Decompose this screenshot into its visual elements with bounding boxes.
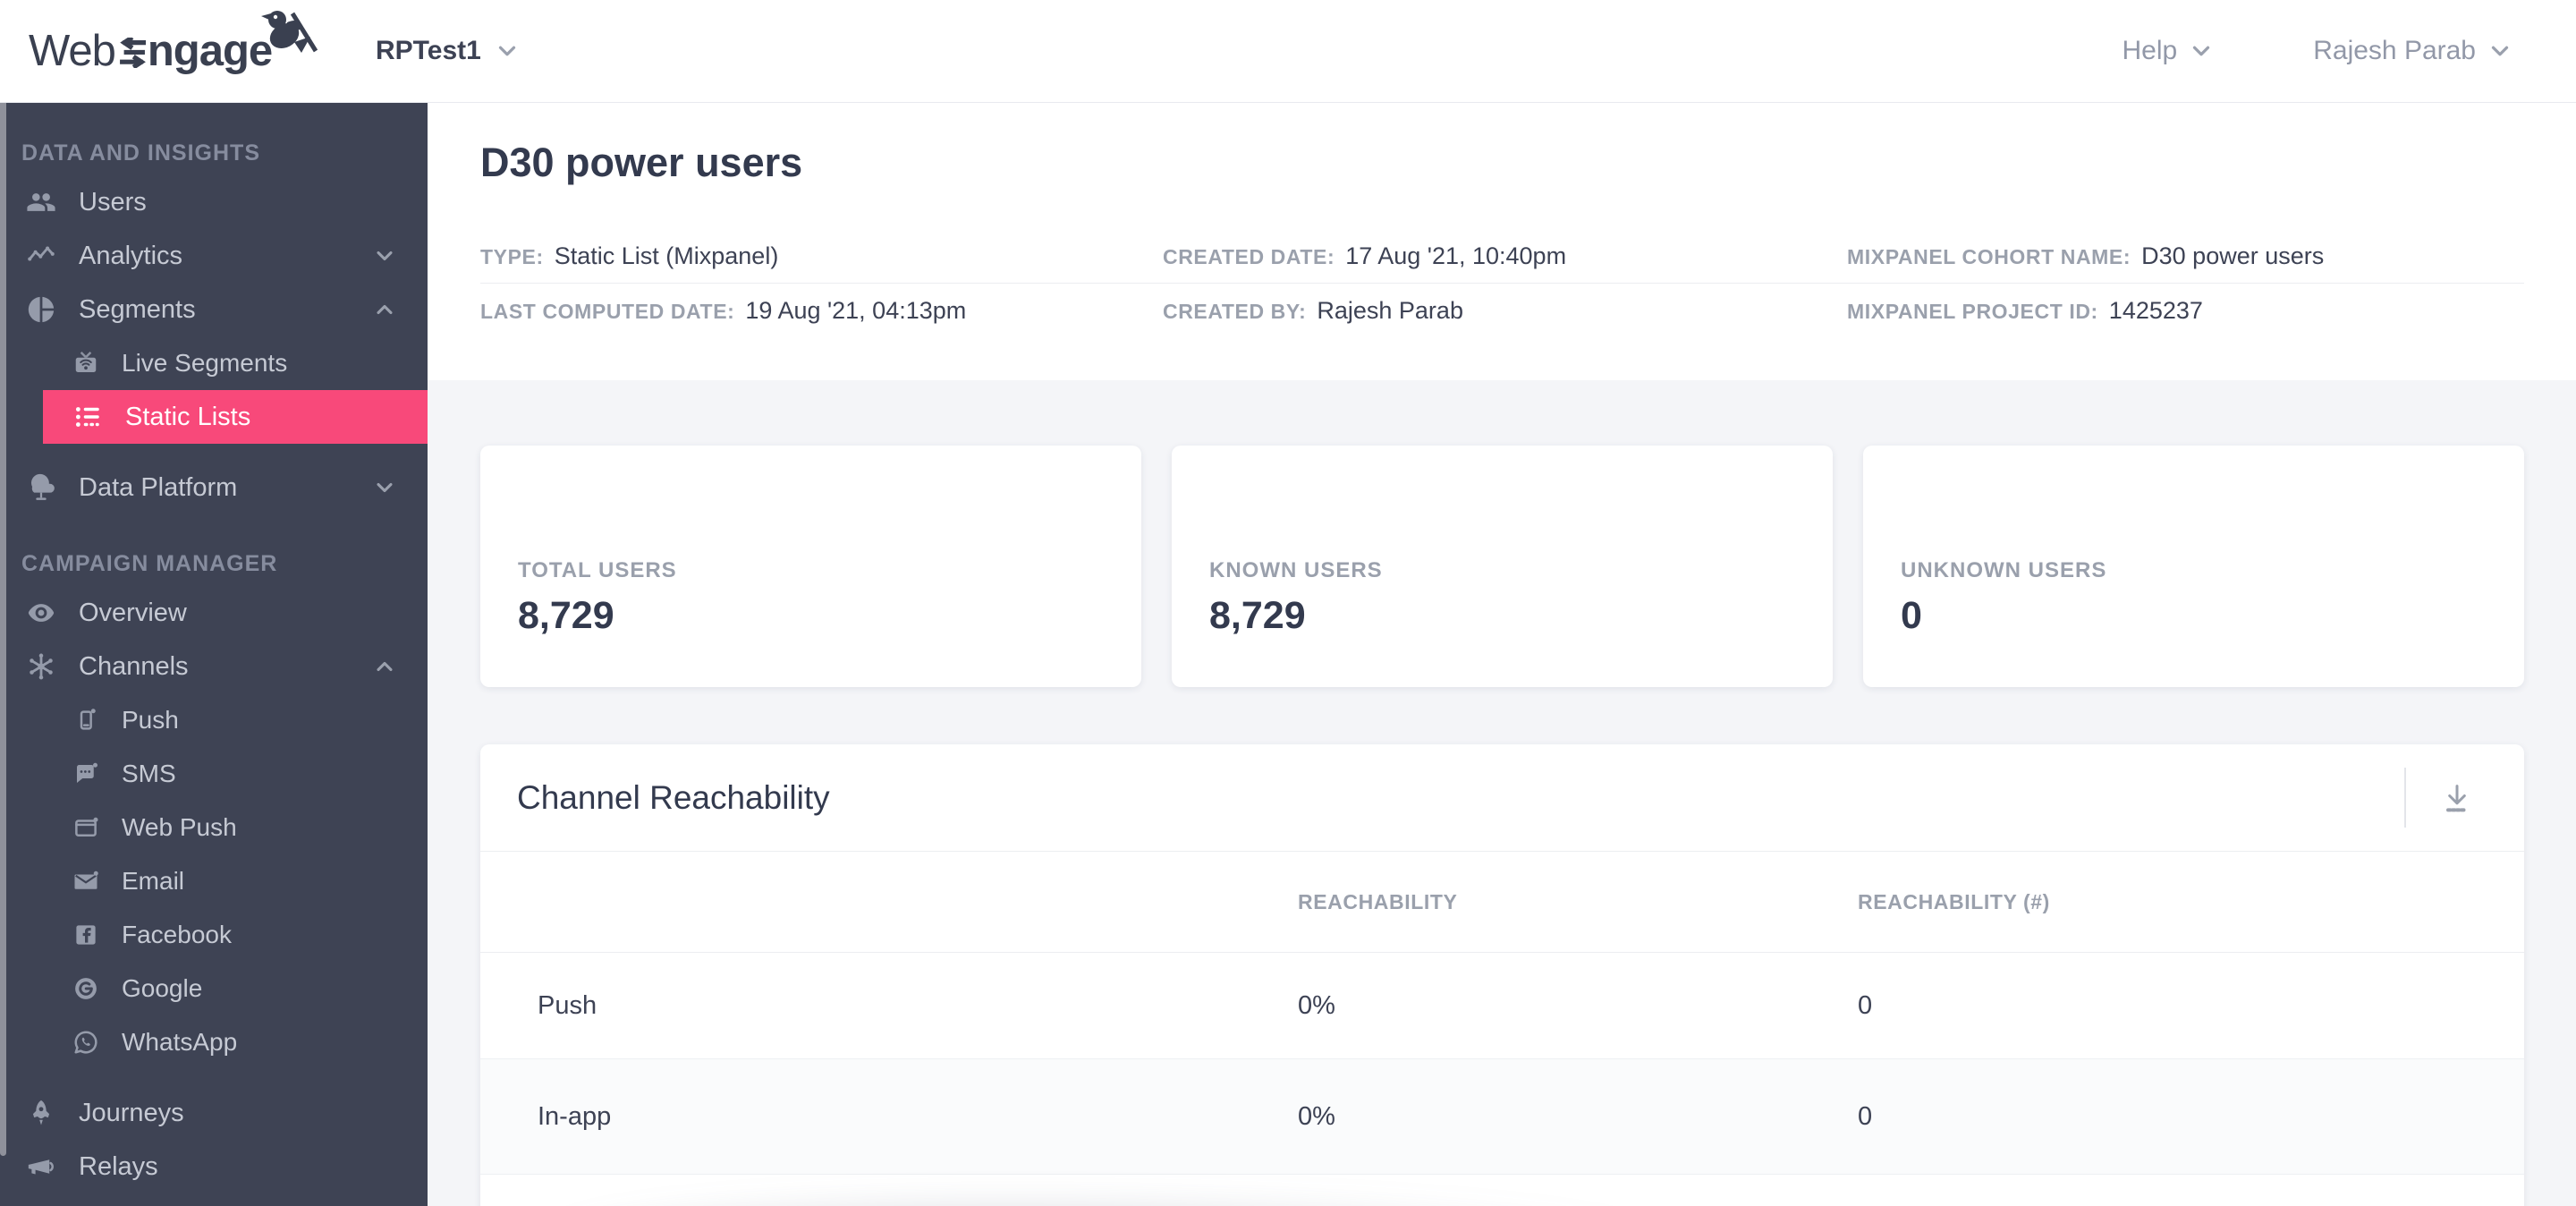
- meta-type: TYPE: Static List (Mixpanel): [480, 242, 779, 269]
- table-row-in-app: In-app 0% 0: [480, 1059, 2524, 1175]
- channel-reachability-card: Channel Reachability REACHABILITY REACHA…: [480, 744, 2524, 1206]
- chevron-up-icon: [377, 304, 393, 315]
- chevron-down-icon: [498, 46, 515, 56]
- chevron-down-icon: [2193, 46, 2210, 56]
- sidebar: DATA AND INSIGHTS Users Analytics Segmen…: [0, 102, 428, 1206]
- table-row-push: Push 0% 0: [480, 953, 2524, 1059]
- data-platform-icon: [25, 471, 57, 504]
- facebook-icon: [72, 919, 100, 951]
- help-menu[interactable]: Help: [2123, 36, 2216, 66]
- sidebar-item-sms[interactable]: SMS: [0, 747, 428, 801]
- col-reachability-count: REACHABILITY (#): [1858, 889, 2050, 913]
- meta-mixpanel-cohort-name: MIXPANEL COHORT NAME: D30 power users: [1847, 242, 2325, 269]
- meta-row-2: LAST COMPUTED DATE: 19 Aug '21, 04:13pm …: [480, 284, 2524, 338]
- logo-e-arrows-icon: [119, 38, 146, 68]
- journeys-icon: [25, 1097, 57, 1129]
- stat-card-known-users: KNOWN USERS 8,729: [1172, 446, 1833, 687]
- overview-icon: [25, 597, 57, 629]
- bottom-shadow: [556, 1191, 1692, 1206]
- page-body: TOTAL USERS 8,729 KNOWN USERS 8,729 UNKN…: [428, 380, 2576, 1206]
- user-menu[interactable]: Rajesh Parab: [2313, 36, 2513, 66]
- stat-card-total-users: TOTAL USERS 8,729: [480, 446, 1141, 687]
- relays-icon: [25, 1151, 57, 1183]
- channels-icon: [25, 650, 57, 683]
- sidebar-item-analytics[interactable]: Analytics: [0, 229, 428, 283]
- user-name: Rajesh Parab: [2313, 36, 2476, 65]
- meta-row-1: TYPE: Static List (Mixpanel) CREATED DAT…: [480, 229, 2524, 284]
- sidebar-item-relays[interactable]: Relays: [0, 1140, 428, 1193]
- analytics-icon: [25, 240, 57, 272]
- live-segments-icon: [72, 347, 100, 379]
- segments-icon: [25, 293, 57, 326]
- sidebar-item-static-lists[interactable]: Static Lists: [43, 390, 428, 444]
- sidebar-item-email[interactable]: Email: [0, 854, 428, 908]
- logo-text-ngage: ngage: [147, 27, 273, 75]
- sidebar-item-live-segments[interactable]: Live Segments: [0, 336, 428, 390]
- meta-last-computed-date: LAST COMPUTED DATE: 19 Aug '21, 04:13pm: [480, 297, 967, 324]
- chevron-down-icon: [377, 251, 393, 261]
- page-header: D30 power users TYPE: Static List (Mixpa…: [428, 102, 2576, 380]
- topbar: Web ngage RPTest1 Help Rajesh Parab: [0, 0, 2576, 102]
- google-icon: [72, 972, 100, 1005]
- download-button[interactable]: [2428, 769, 2487, 828]
- header-divider: [2404, 768, 2406, 828]
- web-push-icon: [72, 811, 100, 844]
- sidebar-item-data-platform[interactable]: Data Platform: [0, 461, 428, 514]
- meta-created-by: CREATED BY: Rajesh Parab: [1163, 297, 1463, 324]
- sidebar-item-web-push[interactable]: Web Push: [0, 801, 428, 854]
- sms-icon: [72, 758, 100, 790]
- whatsapp-icon: [72, 1026, 100, 1058]
- email-icon: [72, 865, 100, 897]
- channel-reachability-header: Channel Reachability: [480, 744, 2524, 852]
- sidebar-item-overview[interactable]: Overview: [0, 586, 428, 640]
- meta-created-date: CREATED DATE: 17 Aug '21, 10:40pm: [1163, 242, 1567, 269]
- push-icon: [72, 704, 100, 736]
- users-icon: [25, 186, 57, 218]
- sidebar-item-journeys[interactable]: Journeys: [0, 1086, 428, 1140]
- sidebar-scrollbar[interactable]: [0, 102, 6, 1156]
- logo-bird-icon: [261, 11, 318, 53]
- webengage-logo[interactable]: Web ngage: [29, 11, 318, 76]
- sidebar-item-push[interactable]: Push: [0, 693, 428, 747]
- static-lists-icon: [72, 401, 104, 433]
- logo-text-web: Web: [29, 27, 116, 75]
- help-label: Help: [2122, 36, 2178, 65]
- table-row-partial: [480, 1175, 2524, 1206]
- meta-mixpanel-project-id: MIXPANEL PROJECT ID: 1425237: [1847, 297, 2203, 324]
- sidebar-item-users[interactable]: Users: [0, 175, 428, 229]
- project-name: RPTest1: [376, 36, 481, 65]
- chevron-down-icon: [2491, 46, 2509, 56]
- stat-cards: TOTAL USERS 8,729 KNOWN USERS 8,729 UNKN…: [480, 446, 2524, 687]
- sidebar-item-whatsapp[interactable]: WhatsApp: [0, 1015, 428, 1069]
- channel-reachability-title: Channel Reachability: [517, 778, 830, 816]
- col-reachability: REACHABILITY: [1298, 889, 1458, 913]
- chevron-down-icon: [377, 482, 393, 493]
- sidebar-item-facebook[interactable]: Facebook: [0, 908, 428, 962]
- sidebar-item-google[interactable]: Google: [0, 962, 428, 1015]
- chevron-up-icon: [377, 661, 393, 672]
- section-campaign-manager: CAMPAIGN MANAGER: [21, 551, 278, 576]
- sidebar-item-segments[interactable]: Segments: [0, 283, 428, 336]
- section-data-and-insights: DATA AND INSIGHTS: [21, 140, 260, 166]
- download-icon: [2446, 784, 2468, 811]
- stat-card-unknown-users: UNKNOWN USERS 0: [1863, 446, 2524, 687]
- table-header-row: REACHABILITY REACHABILITY (#): [480, 852, 2524, 953]
- page-title: D30 power users: [480, 140, 803, 185]
- project-selector[interactable]: RPTest1: [376, 36, 521, 66]
- sidebar-item-channels[interactable]: Channels: [0, 640, 428, 693]
